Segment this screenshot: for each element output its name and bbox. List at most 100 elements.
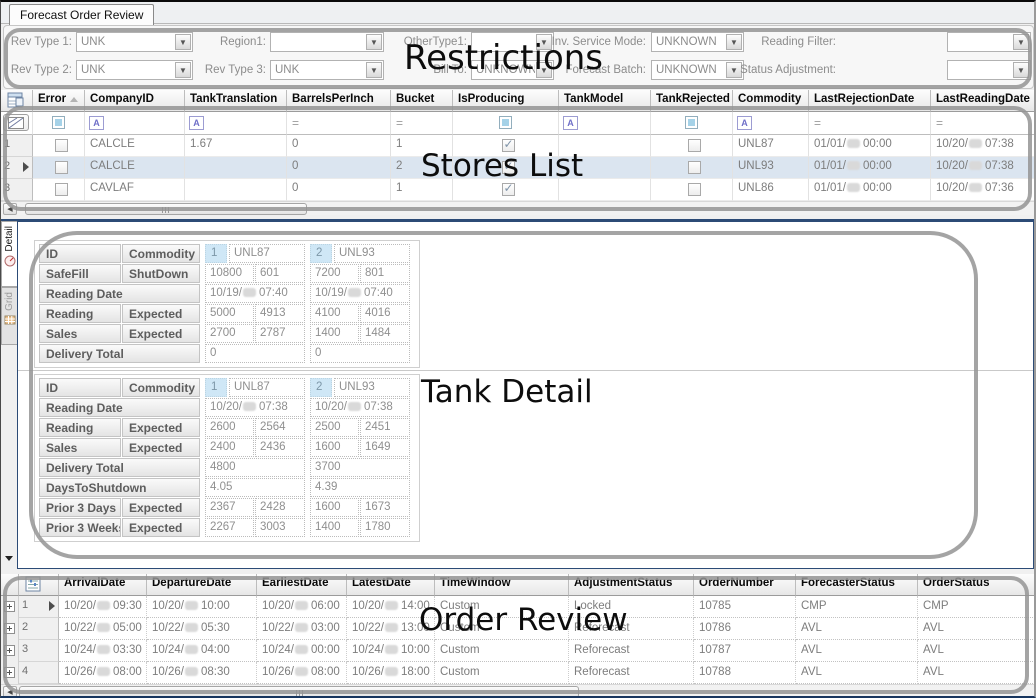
inv-service-mode-combo[interactable]: UNKNOWN▼ xyxy=(651,32,744,52)
cell-barrelsperinch[interactable]: 0 xyxy=(287,135,391,157)
cell-lastreadingdate[interactable]: 10/20/07:38 xyxy=(931,135,1036,157)
status-adjustment-combo[interactable]: ▼ xyxy=(947,60,1031,80)
cell-isproducing[interactable] xyxy=(453,135,559,157)
scrollbar-thumb[interactable] xyxy=(19,686,579,698)
tank-2-id[interactable]: 2 xyxy=(310,244,332,263)
cell-isproducing[interactable] xyxy=(453,157,559,179)
tank-1-id[interactable]: 1 xyxy=(205,378,227,397)
region1-combo[interactable]: ▼ xyxy=(270,32,384,52)
rev-type-3-combo[interactable]: UNK▼ xyxy=(270,60,384,80)
filter-lastrejectiondate[interactable]: = xyxy=(809,112,931,135)
cell-timewindow[interactable]: Custom xyxy=(435,596,569,618)
rev-type-1-combo[interactable]: UNK▼ xyxy=(76,32,193,52)
stores-col-barrelsperinch[interactable]: BarrelsPerInch xyxy=(287,90,391,112)
chevron-down-icon[interactable]: ▼ xyxy=(366,62,382,78)
cell-barrelsperinch[interactable]: 0 xyxy=(287,157,391,179)
cell-tankrejected[interactable] xyxy=(651,135,733,157)
filter-error[interactable] xyxy=(33,112,85,135)
cell-ordernumber[interactable]: 10788 xyxy=(694,662,796,684)
cell-forecasterstatus[interactable]: CMP xyxy=(796,596,918,618)
scroll-left-icon[interactable]: ◀ xyxy=(3,203,17,215)
cell-orderstatus[interactable]: AVL xyxy=(918,640,1036,662)
scrollbar-thumb[interactable] xyxy=(25,203,307,215)
cell-orderstatus[interactable]: CMP xyxy=(918,596,1036,618)
stores-col-lastrejectiondate[interactable]: LastRejectionDate xyxy=(809,90,931,112)
row-selector[interactable]: 3 xyxy=(1,179,33,201)
stores-horizontal-scrollbar[interactable]: ◀ xyxy=(1,201,1036,215)
cell-adjustmentstatus[interactable]: Locked xyxy=(569,596,694,618)
filter-isproducing[interactable] xyxy=(453,112,559,135)
row-selector[interactable]: 2 xyxy=(19,618,59,640)
cell-arrivaldate[interactable]: 10/22/05:00 xyxy=(59,618,147,640)
cell-tanktranslation[interactable] xyxy=(185,157,287,179)
cell-companyid[interactable]: CAVLAF xyxy=(85,179,185,201)
checkbox-checked[interactable] xyxy=(502,183,515,196)
chevron-down-icon[interactable]: ▼ xyxy=(1013,34,1029,50)
tab-detail[interactable]: Detail xyxy=(1,221,17,287)
expand-cell[interactable] xyxy=(1,618,19,640)
cell-latestdate[interactable]: 10/24/10:00 xyxy=(347,640,435,662)
stores-col-tanktranslation[interactable]: TankTranslation xyxy=(185,90,287,112)
expand-plus-icon[interactable] xyxy=(4,601,15,612)
cell-tanktranslation[interactable] xyxy=(185,179,287,201)
expand-cell[interactable] xyxy=(1,596,19,618)
expand-plus-icon[interactable] xyxy=(4,645,15,656)
orders-col-orderstatus[interactable]: OrderStatus xyxy=(918,574,1036,596)
cell-latestdate[interactable]: 10/22/13:00 xyxy=(347,618,435,640)
scroll-left-icon[interactable]: ◀ xyxy=(3,686,17,698)
expand-plus-icon[interactable] xyxy=(4,623,15,634)
cell-ordernumber[interactable]: 10787 xyxy=(694,640,796,662)
cell-error[interactable] xyxy=(33,157,85,179)
cell-departuredate[interactable]: 10/24/04:00 xyxy=(147,640,257,662)
cell-error[interactable] xyxy=(33,179,85,201)
checkbox-unchecked[interactable] xyxy=(55,139,68,152)
cell-lastreadingdate[interactable]: 10/20/07:38 xyxy=(931,157,1036,179)
cell-arrivaldate[interactable]: 10/20/09:30 xyxy=(59,596,147,618)
cell-ordernumber[interactable]: 10786 xyxy=(694,618,796,640)
tank-1-id[interactable]: 1 xyxy=(205,244,227,263)
tab-grid[interactable]: Grid xyxy=(1,287,17,345)
cell-tankmodel[interactable] xyxy=(559,135,651,157)
orders-col-timewindow[interactable]: TimeWindow xyxy=(435,574,569,596)
filter-tanktranslation[interactable]: A xyxy=(185,112,287,135)
cell-lastreadingdate[interactable]: 10/20/07:36 xyxy=(931,179,1036,201)
checkbox-unchecked[interactable] xyxy=(688,183,701,196)
cell-commodity[interactable]: UNL93 xyxy=(733,157,809,179)
cell-lastrejectiondate[interactable]: 01/01/00:00 xyxy=(809,135,931,157)
row-selector-active[interactable]: 2 xyxy=(1,157,33,179)
tab-forecast-order-review[interactable]: Forecast Order Review xyxy=(9,4,154,25)
cell-lastrejectiondate[interactable]: 01/01/00:00 xyxy=(809,179,931,201)
cell-arrivaldate[interactable]: 10/24/03:30 xyxy=(59,640,147,662)
cell-bucket[interactable]: 1 xyxy=(391,135,453,157)
orders-col-forecasterstatus[interactable]: ForecasterStatus xyxy=(796,574,918,596)
checkbox-unchecked[interactable] xyxy=(688,139,701,152)
checkbox-unchecked[interactable] xyxy=(55,161,68,174)
chevron-down-icon[interactable]: ▼ xyxy=(366,34,382,50)
stores-col-companyid[interactable]: CompanyID xyxy=(85,90,185,112)
cell-earliestdate[interactable]: 10/26/08:00 xyxy=(257,662,347,684)
filter-commodity[interactable]: A xyxy=(733,112,809,135)
cell-timewindow[interactable]: Custom xyxy=(435,662,569,684)
cell-orderstatus[interactable]: AVL xyxy=(918,618,1036,640)
reading-filter-combo[interactable]: ▼ xyxy=(947,32,1031,52)
cell-tanktranslation[interactable]: 1.67 xyxy=(185,135,287,157)
cell-earliestdate[interactable]: 10/22/03:00 xyxy=(257,618,347,640)
cell-timewindow[interactable]: Custom xyxy=(435,640,569,662)
filter-lastreadingdate[interactable]: = xyxy=(931,112,1036,135)
orders-col-arrivaldate[interactable]: ArrivalDate xyxy=(59,574,147,596)
cell-isproducing[interactable] xyxy=(453,179,559,201)
filter-tankrejected[interactable] xyxy=(651,112,733,135)
cell-adjustmentstatus[interactable]: Reforecast xyxy=(569,640,694,662)
cell-departuredate[interactable]: 10/22/05:30 xyxy=(147,618,257,640)
orders-col-latestdate[interactable]: LatestDate xyxy=(347,574,435,596)
stores-col-bucket[interactable]: Bucket xyxy=(391,90,453,112)
checkbox-checked[interactable] xyxy=(502,139,515,152)
stores-col-lastreadingdate[interactable]: LastReadingDate xyxy=(931,90,1036,112)
stores-col-commodity[interactable]: Commodity xyxy=(733,90,809,112)
stores-col-tankmodel[interactable]: TankModel xyxy=(559,90,651,112)
tab-scroll-down-icon[interactable] xyxy=(5,556,13,561)
cell-tankmodel[interactable] xyxy=(559,179,651,201)
stores-col-isproducing[interactable]: IsProducing xyxy=(453,90,559,112)
cell-timewindow[interactable]: Custom xyxy=(435,618,569,640)
cell-tankrejected[interactable] xyxy=(651,157,733,179)
